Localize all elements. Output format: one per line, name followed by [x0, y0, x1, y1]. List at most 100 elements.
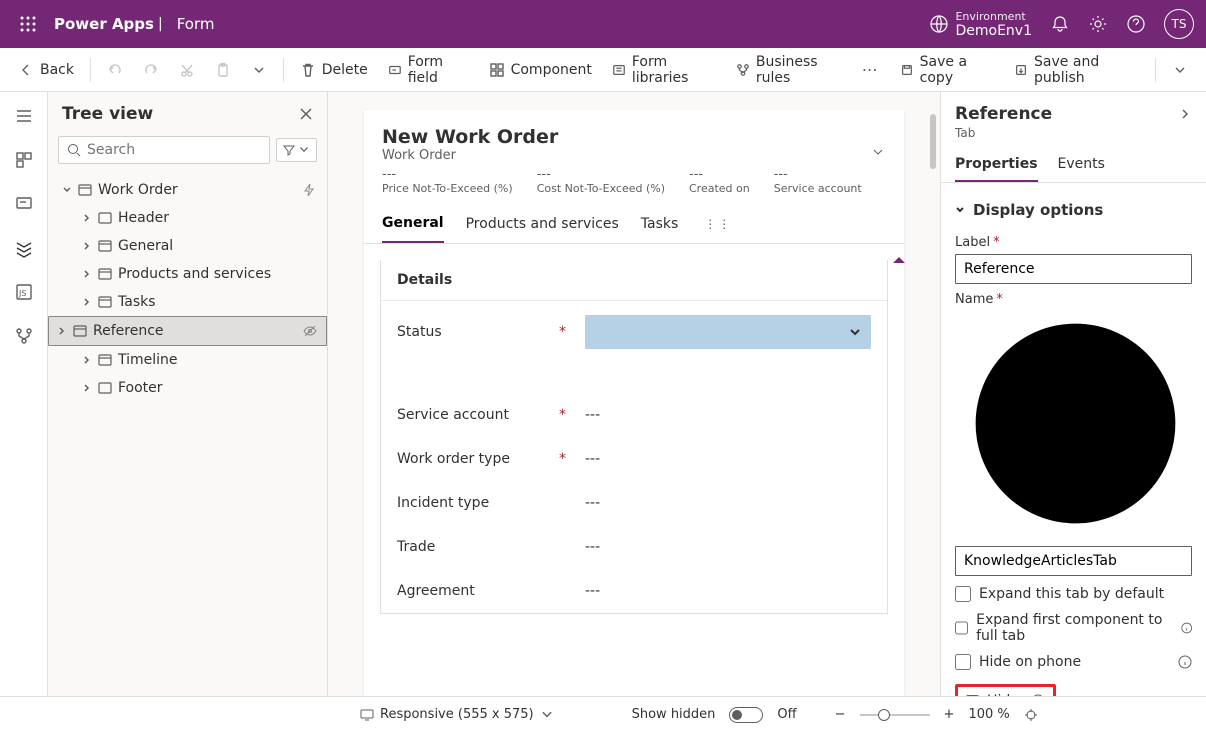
tree-item-general[interactable]: General	[48, 232, 327, 260]
field-service-account[interactable]: Service account* ---	[381, 393, 887, 437]
expand-default-checkbox[interactable]: Expand this tab by default	[955, 586, 1192, 602]
info-icon[interactable]	[1031, 694, 1045, 696]
chevron-down-icon	[540, 708, 554, 722]
header-stats: ---Price Not-To-Exceed (%) ---Cost Not-T…	[364, 167, 904, 205]
inspector-tab-properties[interactable]: Properties	[955, 148, 1038, 182]
info-icon[interactable]	[1178, 655, 1192, 669]
bell-icon[interactable]	[1050, 14, 1070, 34]
app-header: Power Apps | Form Environment DemoEnv1 T…	[0, 0, 1206, 48]
save-publish-split[interactable]	[1164, 57, 1196, 83]
zoom-slider[interactable]	[860, 714, 930, 716]
info-icon[interactable]	[959, 307, 1192, 540]
field-trade[interactable]: Trade ---	[381, 525, 887, 569]
search-input[interactable]	[58, 136, 270, 164]
hide-phone-checkbox[interactable]: Hide on phone	[955, 654, 1192, 670]
search-field[interactable]	[87, 142, 261, 158]
save-publish-button[interactable]: Save and publish	[1006, 49, 1147, 91]
form-subtitle: Work Order	[382, 148, 558, 163]
details-section[interactable]: Details Status * Service account* --- Wo…	[380, 260, 888, 614]
hamburger-icon[interactable]	[14, 106, 34, 126]
responsive-indicator[interactable]: Responsive (555 x 575)	[360, 707, 554, 722]
environment-picker[interactable]: Environment DemoEnv1	[929, 10, 1032, 39]
form-tab-tasks[interactable]: Tasks	[641, 206, 679, 242]
tree-item-footer[interactable]: Footer	[48, 374, 327, 402]
lightning-icon[interactable]	[301, 182, 317, 198]
save-copy-label: Save a copy	[920, 54, 994, 86]
target-icon[interactable]	[1024, 708, 1038, 722]
delete-button[interactable]: Delete	[292, 57, 376, 83]
paste-button[interactable]	[207, 57, 239, 83]
tree-icon[interactable]	[14, 238, 34, 258]
form-tab-products[interactable]: Products and services	[466, 206, 619, 242]
redo-button[interactable]	[135, 57, 167, 83]
overflow-button[interactable]: ⋯	[856, 55, 884, 84]
business-rules-button[interactable]: Business rules	[728, 49, 852, 91]
form-preview: New Work Order Work Order ---Price Not-T…	[364, 110, 904, 696]
app-launcher-icon[interactable]	[12, 8, 44, 40]
tree-list: Work Order Header General Products and s…	[48, 170, 327, 696]
component-button[interactable]: Component	[481, 57, 600, 83]
save-copy-button[interactable]: Save a copy	[892, 49, 1002, 91]
hide-checkbox[interactable]	[966, 695, 979, 697]
zoom-in-button[interactable]: +	[944, 707, 955, 722]
name-field-label: Name*	[955, 292, 1192, 542]
tree-root[interactable]: Work Order	[48, 176, 327, 204]
command-bar: Back Delete Form field Component Form li…	[0, 48, 1206, 92]
show-hidden-toggle[interactable]	[729, 707, 763, 723]
tree-item-products[interactable]: Products and services	[48, 260, 327, 288]
field-incident-type[interactable]: Incident type ---	[381, 481, 887, 525]
tree-label: Footer	[118, 380, 163, 396]
back-label: Back	[40, 62, 74, 78]
left-icon-rail: JS	[0, 92, 48, 696]
cut-button[interactable]	[171, 57, 203, 83]
close-icon[interactable]	[299, 107, 313, 121]
info-icon[interactable]	[1181, 621, 1192, 635]
tree-root-label: Work Order	[98, 182, 178, 198]
js-icon[interactable]: JS	[14, 282, 34, 302]
form-libraries-button[interactable]: Form libraries	[604, 49, 724, 91]
form-tab-overflow[interactable]: ⋮⋮	[700, 211, 736, 237]
environment-label: Environment	[955, 10, 1032, 23]
user-avatar[interactable]: TS	[1164, 9, 1194, 39]
tree-item-timeline[interactable]: Timeline	[48, 346, 327, 374]
filter-button[interactable]	[276, 138, 317, 162]
canvas-scrollbar[interactable]	[930, 114, 936, 169]
tree-item-header[interactable]: Header	[48, 204, 327, 232]
display-options-header[interactable]: Display options	[955, 193, 1192, 227]
undo-button[interactable]	[99, 57, 131, 83]
tree-item-reference[interactable]: Reference	[48, 316, 327, 346]
field-status[interactable]: Status *	[381, 301, 887, 363]
status-dropdown[interactable]	[585, 315, 871, 349]
back-button[interactable]: Back	[10, 57, 82, 83]
filter-icon	[283, 144, 295, 156]
section-icon	[98, 211, 112, 225]
form-title: New Work Order	[382, 126, 558, 148]
component-label: Component	[511, 62, 592, 78]
zoom-out-button[interactable]: −	[835, 707, 846, 722]
page-name: Form	[177, 15, 215, 33]
field-agreement[interactable]: Agreement ---	[381, 569, 887, 613]
tree-item-tasks[interactable]: Tasks	[48, 288, 327, 316]
form-root-icon	[78, 183, 92, 197]
field-work-order-type[interactable]: Work order type* ---	[381, 437, 887, 481]
tree-label: Timeline	[118, 352, 178, 368]
tab-icon	[98, 353, 112, 367]
label-field-label: Label*	[955, 235, 1192, 250]
help-icon[interactable]	[1126, 14, 1146, 34]
chevron-down-icon[interactable]	[243, 57, 275, 83]
label-input[interactable]	[955, 254, 1192, 284]
inspector-tab-events[interactable]: Events	[1058, 148, 1105, 182]
expand-full-checkbox[interactable]: Expand first component to full tab	[955, 612, 1192, 644]
chevron-right-icon[interactable]	[1178, 107, 1192, 121]
tree-label: Reference	[93, 323, 164, 339]
form-icon[interactable]	[14, 194, 34, 214]
form-field-button[interactable]: Form field	[380, 49, 477, 91]
svg-text:JS: JS	[18, 289, 26, 298]
name-input[interactable]	[955, 546, 1192, 576]
chevron-down-icon[interactable]	[870, 144, 886, 160]
components-icon[interactable]	[14, 150, 34, 170]
gear-icon[interactable]	[1088, 14, 1108, 34]
flow-icon[interactable]	[14, 326, 34, 346]
inspector-subtitle: Tab	[941, 124, 1206, 148]
form-tab-general[interactable]: General	[382, 205, 444, 243]
